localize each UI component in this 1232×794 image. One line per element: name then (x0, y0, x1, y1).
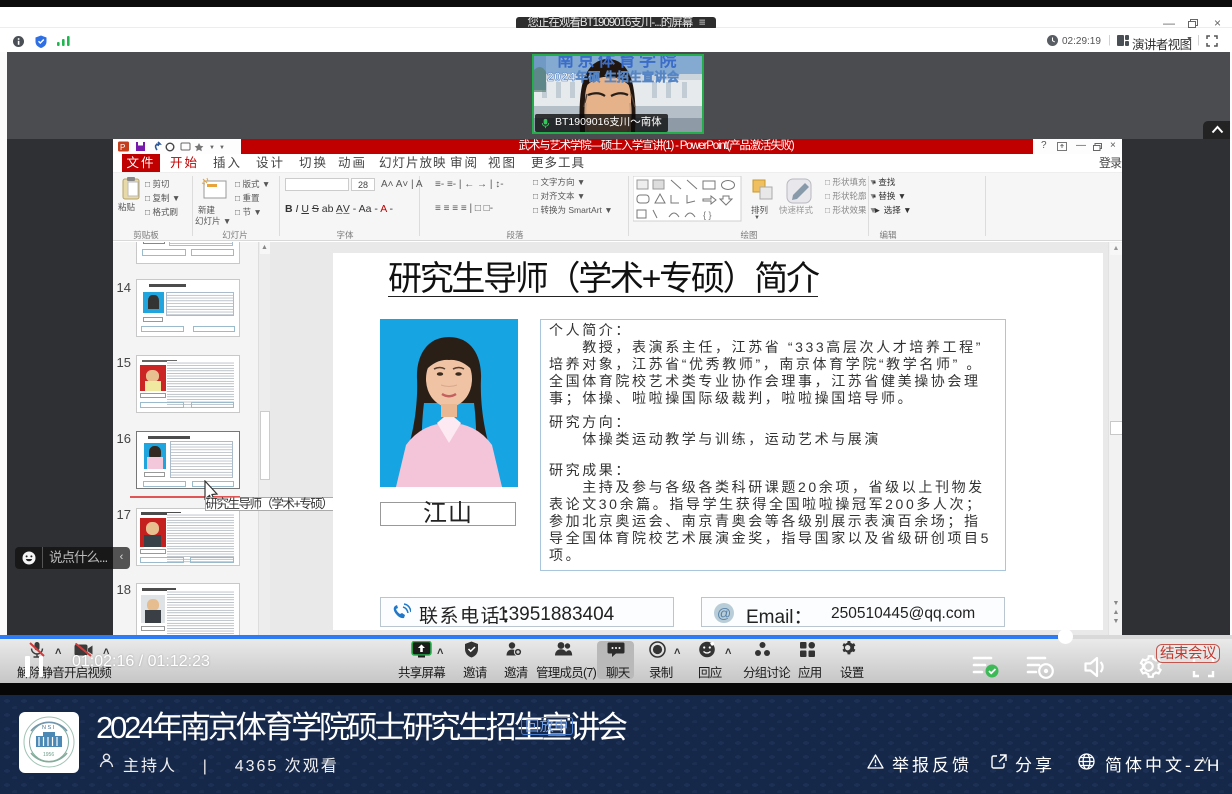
svg-text:P: P (120, 143, 125, 152)
svg-text:@: @ (717, 605, 731, 621)
svg-text:▼: ▼ (209, 145, 215, 151)
svg-text:{ }: { } (703, 210, 712, 220)
svg-text:2024年硕 生招生宣讲会: 2024年硕 生招生宣讲会 (547, 69, 680, 84)
svg-text:N S I: N S I (42, 725, 55, 731)
svg-text:南京体育学院: 南京体育学院 (557, 56, 680, 70)
svg-text:▼: ▼ (219, 145, 225, 151)
svg-text:1956: 1956 (43, 752, 54, 758)
